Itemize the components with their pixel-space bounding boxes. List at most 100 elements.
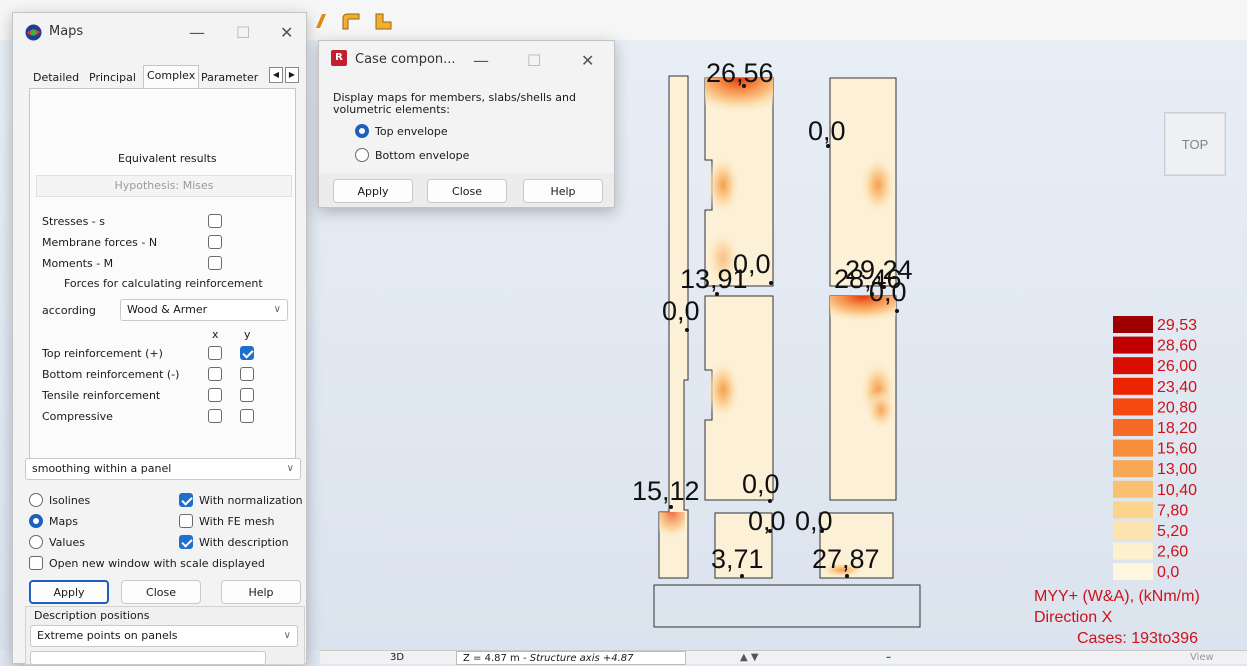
maps-radio[interactable] <box>29 514 43 528</box>
maps-app-icon <box>25 24 42 44</box>
top-reinforcement-y-checkbox[interactable] <box>240 346 254 360</box>
maximize-icon: ☐ <box>527 51 542 70</box>
values-radio[interactable] <box>29 535 43 549</box>
legend-swatch <box>1113 542 1153 560</box>
legend-value: 15,60 <box>1157 441 1197 458</box>
smoothing-dropdown[interactable]: smoothing within a panel ∨ <box>25 458 301 480</box>
legend-value: 18,20 <box>1157 420 1197 437</box>
chevron-down-icon: ∨ <box>283 630 291 641</box>
legend-value: 10,40 <box>1157 482 1197 499</box>
legend-swatch <box>1113 419 1153 436</box>
status-bar: 3D Z = 4.87 m - Structure axis +4.87 ▲ ▼… <box>320 650 1247 665</box>
moments-label: Moments - M <box>42 257 114 270</box>
with-fe-mesh-label: With FE mesh <box>199 515 275 528</box>
elbow-icon[interactable] <box>372 10 394 32</box>
description-positions-dropdown[interactable]: Extreme points on panels ∨ <box>30 625 298 647</box>
bottom-reinforcement-x-checkbox[interactable] <box>208 367 222 381</box>
top-reinforcement-x-checkbox[interactable] <box>208 346 222 360</box>
help-button[interactable]: Help <box>221 580 301 604</box>
stresses-label: Stresses - s <box>42 215 105 228</box>
case-apply-button[interactable]: Apply <box>333 179 413 203</box>
pipe-icon[interactable] <box>340 10 362 32</box>
legend-cases: Cases: 193to396 <box>1077 630 1198 647</box>
close-button[interactable]: Close <box>121 580 201 604</box>
compressive-label: Compressive <box>42 410 113 423</box>
minimize-icon[interactable]: — <box>473 51 489 70</box>
minus-icon[interactable]: – <box>886 651 891 665</box>
legend-swatch <box>1113 398 1153 416</box>
spin-icon[interactable]: ▲ ▼ <box>740 651 759 665</box>
bottom-reinforcement-label: Bottom reinforcement (-) <box>42 368 180 381</box>
tool-icon[interactable] <box>312 10 334 32</box>
with-description-checkbox[interactable] <box>179 535 193 549</box>
legend-value: 0,0 <box>1157 564 1179 581</box>
bottom-reinforcement-y-checkbox[interactable] <box>240 367 254 381</box>
open-new-window-label: Open new window with scale displayed <box>49 557 265 570</box>
apply-button[interactable]: Apply <box>29 580 109 604</box>
extra-field[interactable] <box>30 651 266 665</box>
axis-value: Structure axis +4.87 <box>529 653 634 664</box>
top-envelope-label: Top envelope <box>375 125 448 138</box>
legend-swatch <box>1113 377 1153 395</box>
view-button[interactable]: View <box>1190 651 1214 665</box>
case-help-button[interactable]: Help <box>523 179 603 203</box>
smoothing-value: smoothing within a panel <box>32 462 172 475</box>
isolines-label: Isolines <box>49 494 91 507</box>
tab-detailed[interactable]: Detailed <box>33 71 79 84</box>
with-description-label: With description <box>199 536 289 549</box>
close-icon[interactable]: ✕ <box>581 51 594 70</box>
tab-scroll-right-icon[interactable]: ▶ <box>285 67 299 83</box>
close-icon[interactable]: ✕ <box>280 23 293 42</box>
tensile-reinforcement-y-checkbox[interactable] <box>240 388 254 402</box>
maximize-icon: ☐ <box>236 23 251 42</box>
tensile-reinforcement-x-checkbox[interactable] <box>208 388 222 402</box>
legend-value: 13,00 <box>1157 461 1197 478</box>
legend-value: 2,60 <box>1157 544 1188 561</box>
description-positions-group: Description positions Extreme points on … <box>25 606 305 665</box>
legend-swatch <box>1113 316 1153 333</box>
tab-complex[interactable]: Complex <box>147 69 195 82</box>
legend-swatch <box>1113 357 1153 375</box>
maps-window: Maps — ☐ ✕ Detailed Principal Complex Pa… <box>12 12 307 665</box>
equivalent-results-label: Equivalent results <box>118 152 217 165</box>
according-dropdown[interactable]: Wood & Armer ∨ <box>120 299 288 321</box>
bottom-envelope-label: Bottom envelope <box>375 149 470 162</box>
top-envelope-radio[interactable] <box>355 124 369 138</box>
compressive-y-checkbox[interactable] <box>240 409 254 423</box>
membrane-forces-checkbox[interactable] <box>208 235 222 249</box>
legend-value: 7,80 <box>1157 502 1188 519</box>
membrane-forces-label: Membrane forces - N <box>42 236 158 249</box>
coordinate-field[interactable]: Z = 4.87 m - Structure axis +4.87 <box>456 651 686 665</box>
legend-swatch <box>1113 439 1153 457</box>
top-reinforcement-label: Top reinforcement (+) <box>42 347 163 360</box>
forces-reinforcement-label: Forces for calculating reinforcement <box>64 277 263 290</box>
compressive-x-checkbox[interactable] <box>208 409 222 423</box>
legend-direction: Direction X <box>1034 609 1113 626</box>
maps-titlebar[interactable]: Maps — ☐ ✕ <box>13 13 306 51</box>
legend-value: 28,60 <box>1157 338 1197 355</box>
coordinate-value: Z = 4.87 m <box>463 653 520 664</box>
open-new-window-checkbox[interactable] <box>29 556 43 570</box>
case-titlebar[interactable]: R Case compon... — ☐ ✕ <box>319 41 614 79</box>
tab-parameter[interactable]: Parameter <box>201 71 258 84</box>
legend-swatch <box>1113 501 1153 519</box>
according-value: Wood & Armer <box>127 303 208 316</box>
description-positions-label: Description positions <box>34 609 150 622</box>
with-fe-mesh-checkbox[interactable] <box>179 514 193 528</box>
maps-label: Maps <box>49 515 78 528</box>
with-normalization-checkbox[interactable] <box>179 493 193 507</box>
moments-checkbox[interactable] <box>208 256 222 270</box>
case-close-button[interactable]: Close <box>427 179 507 203</box>
minimize-icon[interactable]: — <box>189 23 205 42</box>
legend-value: 29,53 <box>1157 317 1197 334</box>
legend-value: 26,00 <box>1157 358 1197 375</box>
legend-swatch <box>1113 563 1153 581</box>
bottom-envelope-radio[interactable] <box>355 148 369 162</box>
stresses-checkbox[interactable] <box>208 214 222 228</box>
column-y-label: y <box>244 328 251 341</box>
isolines-radio[interactable] <box>29 493 43 507</box>
mode-button[interactable]: 3D <box>390 651 404 665</box>
legend-swatch <box>1113 522 1153 539</box>
tab-principal[interactable]: Principal <box>89 71 136 84</box>
tab-scroll-left-icon[interactable]: ◀ <box>269 67 283 83</box>
